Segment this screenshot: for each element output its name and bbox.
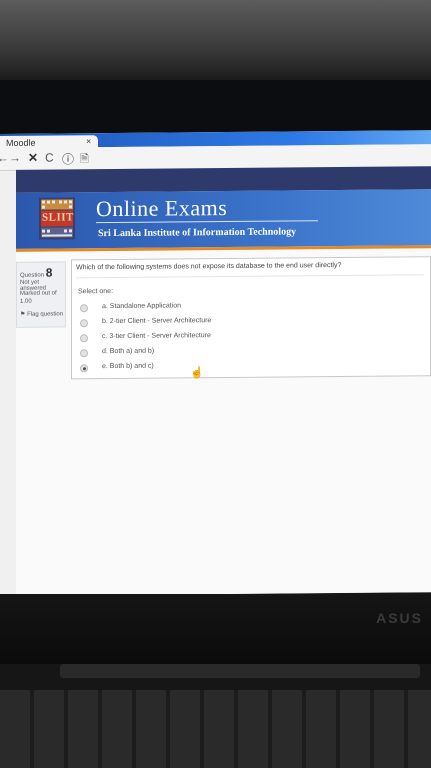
tab-close-icon[interactable]: ×: [86, 136, 91, 146]
answer-option-a[interactable]: a. Standalone Application: [80, 302, 230, 313]
laptop-brand-logo: ASUS: [376, 610, 423, 626]
question-label: Question: [20, 272, 45, 279]
select-one-label: Select one:: [78, 288, 114, 296]
option-label[interactable]: d. Both a) and b): [102, 348, 154, 355]
laptop-screen: Moodle × ← → ✕ C ⓘ 🗎 SLIIT Online Exams …: [0, 130, 431, 597]
page-icon: 🗎: [80, 153, 89, 166]
monitor-bezel-bottom: [0, 594, 431, 664]
site-subtitle: Sri Lanka Institute of Information Techn…: [98, 226, 297, 240]
answer-option-c[interactable]: c. 3-tier Client - Server Architecture: [80, 332, 230, 343]
reload-icon[interactable]: C: [45, 151, 54, 165]
option-label[interactable]: b. 2-tier Client - Server Architecture: [102, 317, 211, 325]
radio-button[interactable]: [80, 334, 88, 343]
radio-button[interactable]: [80, 319, 88, 328]
question-number: 8: [45, 265, 53, 280]
question-text: Which of the following systems does not …: [76, 262, 342, 272]
info-icon[interactable]: ⓘ: [62, 150, 74, 167]
marked-out-of-label: Marked out of: [20, 290, 57, 297]
tab-title: Moodle: [6, 137, 36, 148]
logo-text: SLIIT: [42, 211, 74, 224]
radio-button[interactable]: [80, 304, 88, 313]
radio-button-selected[interactable]: [80, 364, 88, 373]
forward-arrow-icon[interactable]: →: [9, 151, 21, 165]
option-label[interactable]: c. 3-tier Client - Server Architecture: [102, 332, 211, 340]
laptop-keyboard: [0, 690, 431, 768]
question-divider: [76, 274, 424, 279]
stop-icon[interactable]: ✕: [28, 151, 38, 165]
option-label[interactable]: e. Both b) and c): [102, 363, 154, 370]
flag-icon: ⚑: [20, 311, 26, 318]
answer-option-b[interactable]: b. 2-tier Client - Server Architecture: [80, 317, 230, 328]
question-box: Which of the following systems does not …: [71, 256, 431, 380]
site-title: Online Exams: [96, 195, 228, 222]
radio-button[interactable]: [80, 349, 88, 358]
flag-question-link[interactable]: ⚑ Flag question: [20, 310, 63, 317]
monitor-bezel-top: [0, 80, 431, 135]
flag-question-label: Flag question: [27, 311, 64, 318]
back-arrow-icon[interactable]: ←: [0, 151, 9, 165]
hand-cursor-icon: ☝: [190, 367, 204, 380]
laptop-hinge: [60, 664, 420, 678]
question-info-panel: Question 8 Not yet answered Marked out o…: [16, 261, 66, 328]
site-header: SLIIT Online Exams Sri Lanka Institute o…: [16, 189, 431, 249]
mark-value: 1.00: [20, 298, 32, 305]
moodle-page: SLIIT Online Exams Sri Lanka Institute o…: [16, 166, 431, 596]
question-label-row: Question 8: [20, 266, 52, 280]
answer-option-e[interactable]: e. Both b) and c): [80, 362, 230, 373]
answer-option-d[interactable]: d. Both a) and b): [80, 347, 230, 358]
background-glow: [0, 0, 431, 80]
option-label[interactable]: a. Standalone Application: [102, 302, 181, 310]
